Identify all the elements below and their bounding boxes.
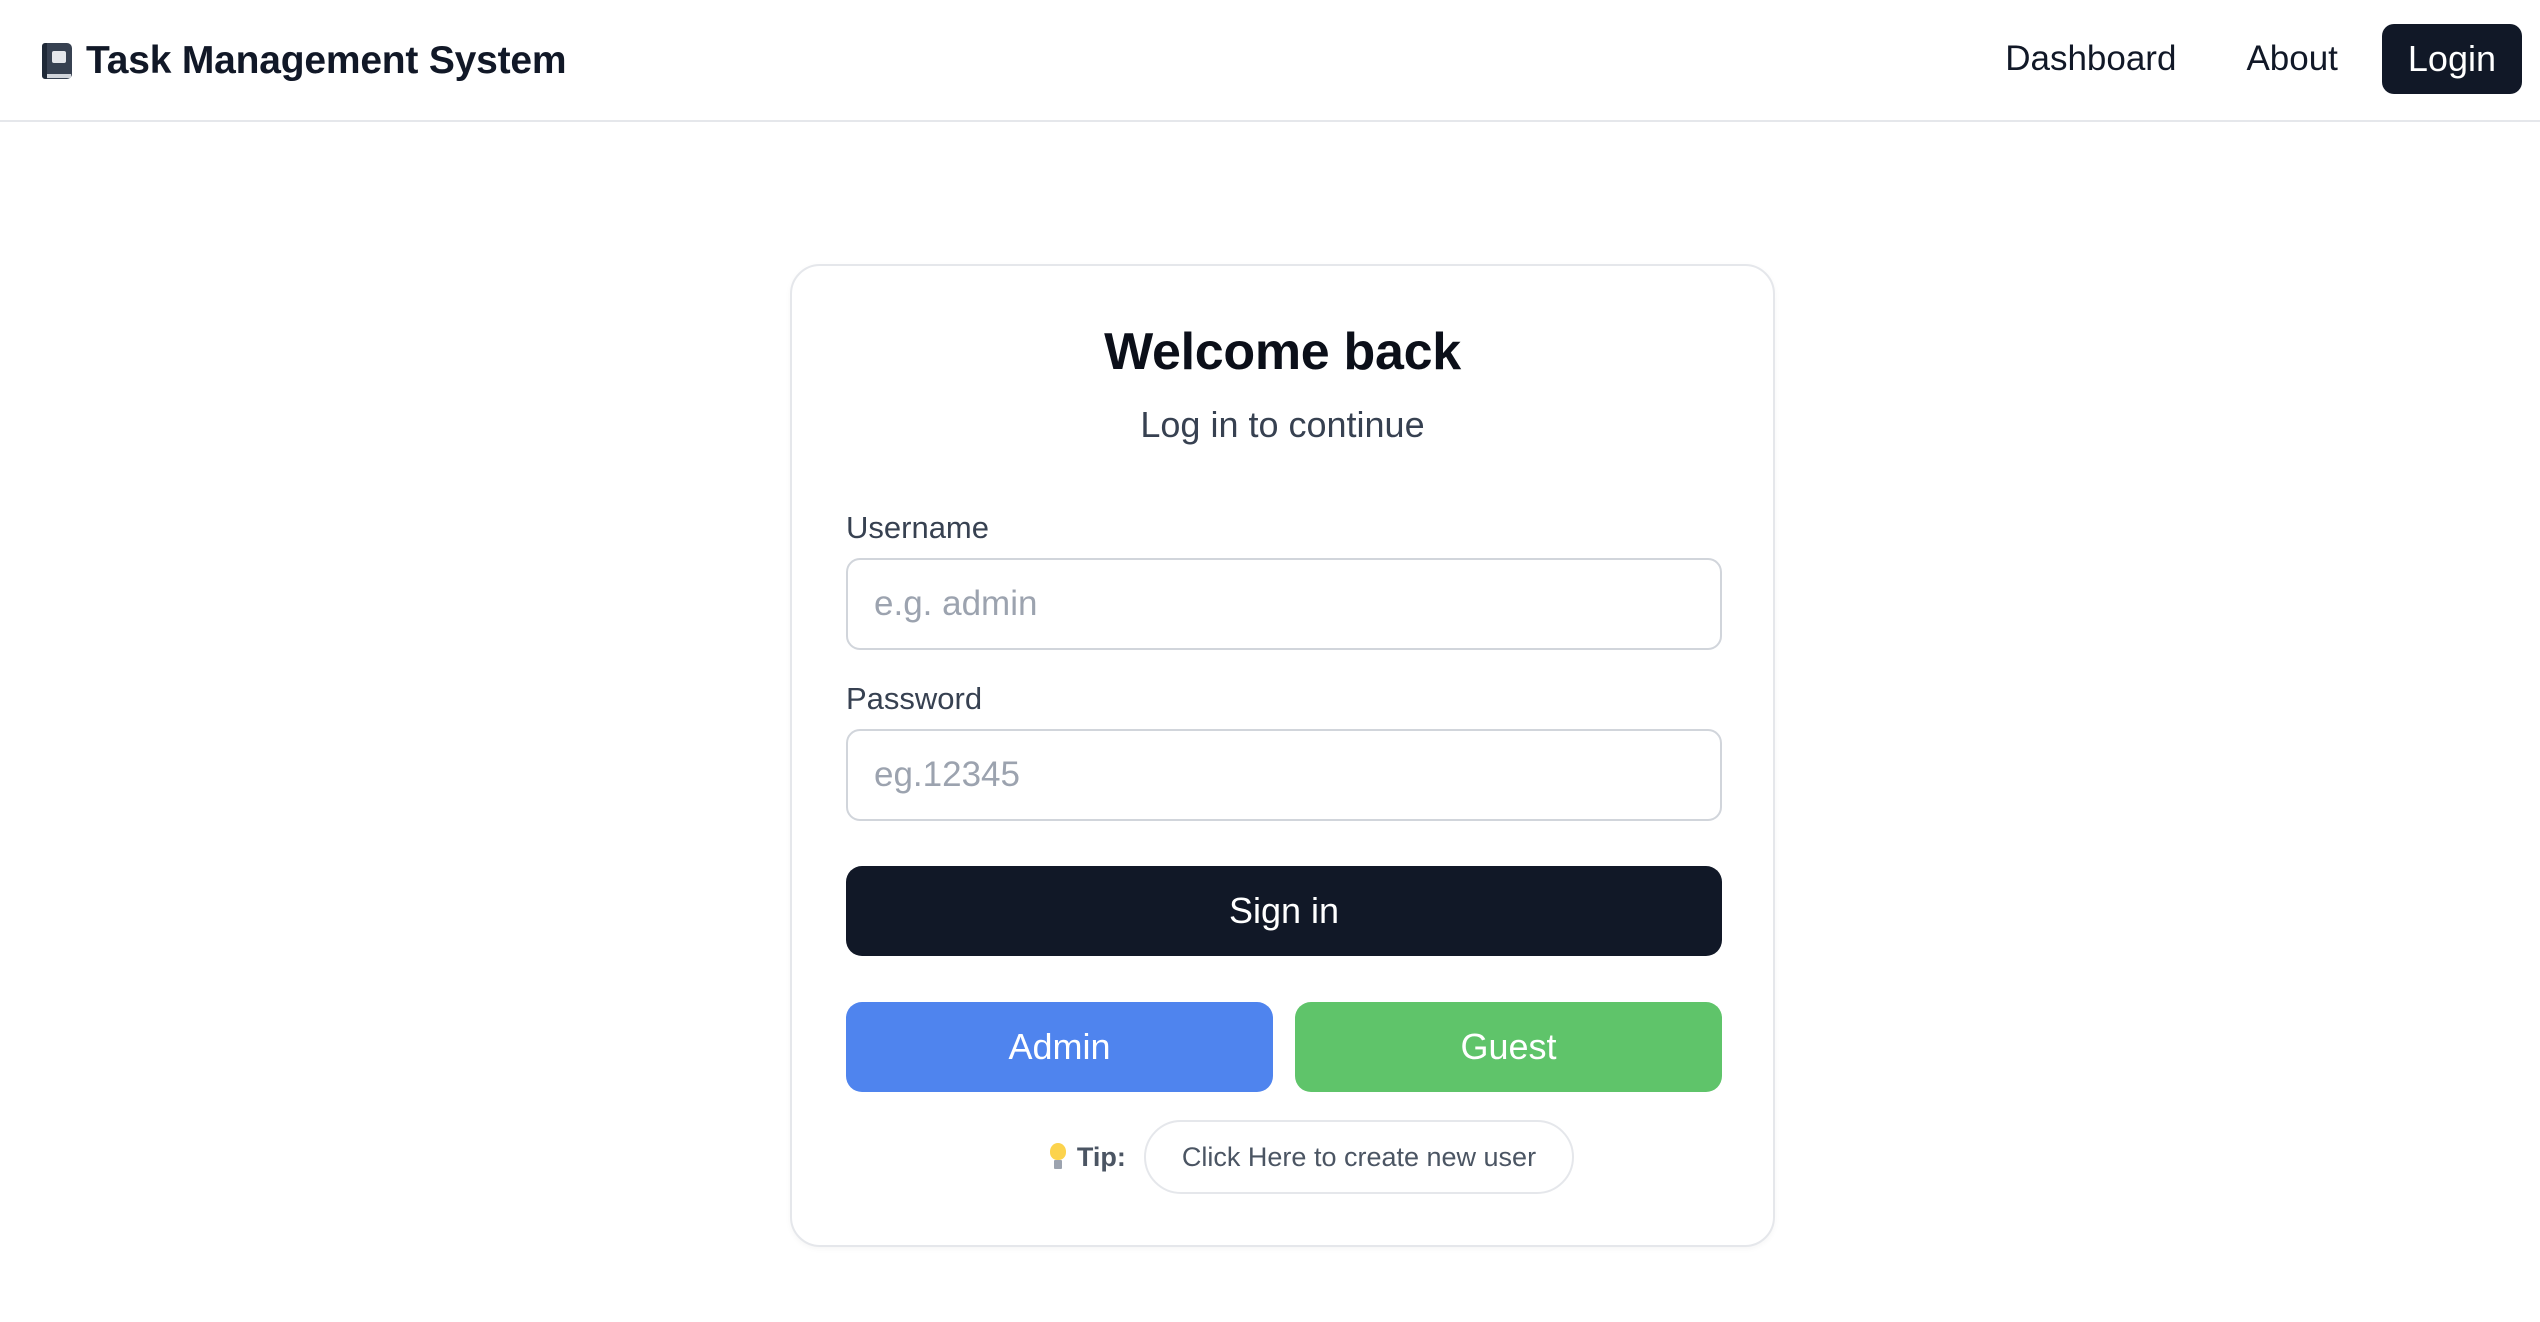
nav-dashboard-link[interactable]: Dashboard [2005, 39, 2176, 79]
login-subtitle: Log in to continue [1140, 404, 1425, 445]
tip-row: Tip: Click Here to create new user [792, 1120, 1773, 1194]
guest-login-button[interactable]: Guest [1295, 1002, 1722, 1092]
admin-login-button[interactable]: Admin [846, 1002, 1273, 1092]
username-input[interactable] [846, 558, 1722, 650]
login-card: Welcome back Log in to continue Username… [790, 264, 1775, 1247]
top-navbar: Task Management System Dashboard About L… [0, 0, 2540, 122]
nav-login-button[interactable]: Login [2381, 24, 2522, 94]
brand-title[interactable]: Task Management System [86, 39, 567, 83]
lightbulb-icon [1049, 1143, 1067, 1171]
tip-label: Tip: [1076, 1141, 1126, 1172]
notebook-icon [42, 43, 72, 79]
create-user-link[interactable]: Click Here to create new user [1143, 1120, 1575, 1194]
password-label: Password [846, 681, 983, 716]
password-input[interactable] [846, 729, 1722, 821]
nav-about-link[interactable]: About [2246, 39, 2337, 79]
login-title: Welcome back [1104, 323, 1461, 381]
brand[interactable]: Task Management System [42, 34, 567, 88]
nav-links: Dashboard About Login [2005, 24, 2522, 94]
sign-in-button[interactable]: Sign in [846, 866, 1722, 956]
username-label: Username [846, 510, 989, 545]
